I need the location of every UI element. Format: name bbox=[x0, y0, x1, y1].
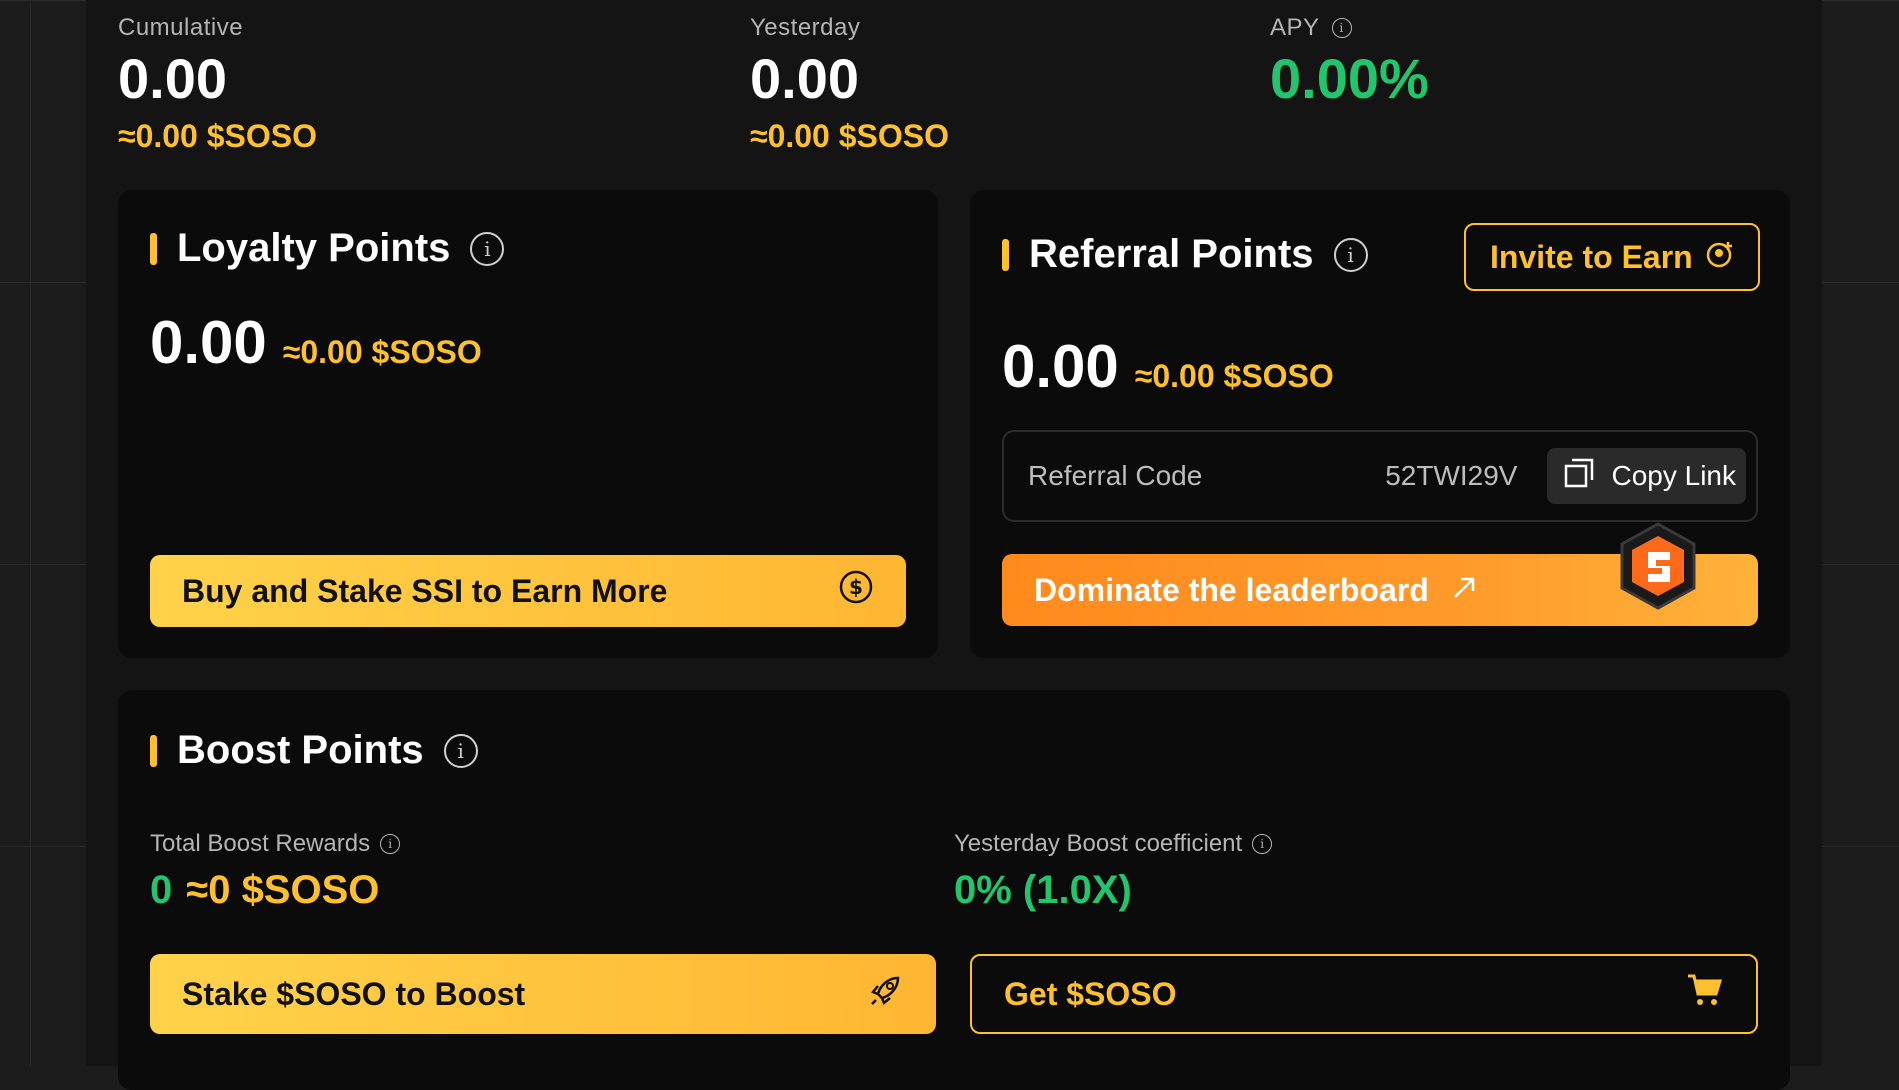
loyalty-title: Loyalty Points bbox=[177, 226, 450, 271]
referral-code-box: Referral Code 52TWI29V Copy Link bbox=[1002, 430, 1758, 522]
stat-yesterday-label: Yesterday bbox=[750, 14, 949, 42]
stat-cumulative-value: 0.00 bbox=[118, 48, 317, 110]
stake-soso-boost-label: Stake $SOSO to Boost bbox=[182, 976, 525, 1013]
boost-coef-value-row: 0% (1.0X) bbox=[954, 868, 1132, 913]
stat-yesterday: Yesterday 0.00 ≈0.00 $SOSO bbox=[750, 14, 949, 155]
referral-title-row: Referral Points i bbox=[1002, 232, 1368, 277]
stat-apy-value: 0.00% bbox=[1270, 48, 1429, 110]
arrow-up-right-icon bbox=[1451, 572, 1477, 609]
copy-link-button[interactable]: Copy Link bbox=[1547, 448, 1746, 504]
info-icon[interactable]: i bbox=[1334, 238, 1368, 272]
info-icon[interactable]: i bbox=[1252, 834, 1272, 854]
referral-title: Referral Points bbox=[1029, 232, 1314, 277]
soso-logo-icon bbox=[1618, 522, 1698, 620]
main-panel: Cumulative 0.00 ≈0.00 $SOSO Yesterday 0.… bbox=[86, 0, 1822, 1066]
stat-cumulative-soso: ≈0.00 $SOSO bbox=[118, 118, 317, 155]
rocket-icon bbox=[868, 972, 904, 1016]
total-boost-soso: ≈0 $SOSO bbox=[186, 868, 379, 913]
total-boost-label: Total Boost Rewards bbox=[150, 830, 370, 858]
title-accent-bar bbox=[1002, 239, 1009, 271]
buy-stake-ssi-button[interactable]: Buy and Stake SSI to Earn More $ bbox=[150, 555, 906, 627]
stat-apy-label: APY bbox=[1270, 14, 1320, 42]
stat-apy: APY i 0.00% bbox=[1270, 14, 1429, 110]
total-boost-label-row: Total Boost Rewards i bbox=[150, 830, 400, 858]
buy-stake-ssi-label: Buy and Stake SSI to Earn More bbox=[182, 573, 667, 610]
dominate-leaderboard-label: Dominate the leaderboard bbox=[1034, 572, 1429, 609]
coin-icon: $ bbox=[838, 569, 874, 613]
boost-title: Boost Points bbox=[177, 728, 424, 773]
referral-code-value: 52TWI29V bbox=[1385, 460, 1517, 492]
loyalty-amount-value: 0.00 bbox=[150, 308, 267, 377]
referral-amount: 0.00 ≈0.00 $SOSO bbox=[1002, 332, 1334, 401]
get-soso-label: Get $SOSO bbox=[1004, 976, 1177, 1013]
stat-cumulative: Cumulative 0.00 ≈0.00 $SOSO bbox=[118, 14, 317, 155]
info-icon[interactable]: i bbox=[1332, 18, 1352, 38]
title-accent-bar bbox=[150, 233, 157, 265]
loyalty-points-card: Loyalty Points i 0.00 ≈0.00 $SOSO Buy an… bbox=[118, 190, 938, 658]
copy-icon bbox=[1563, 457, 1595, 496]
info-icon[interactable]: i bbox=[444, 734, 478, 768]
referral-amount-soso: ≈0.00 $SOSO bbox=[1135, 358, 1334, 395]
loyalty-title-row: Loyalty Points i bbox=[150, 226, 504, 271]
total-boost-value: 0 bbox=[150, 868, 172, 913]
user-plus-icon bbox=[1706, 239, 1734, 276]
invite-to-earn-button[interactable]: Invite to Earn bbox=[1464, 223, 1760, 291]
cart-icon bbox=[1686, 972, 1724, 1016]
stat-apy-label-row: APY i bbox=[1270, 14, 1429, 42]
boost-coef-label: Yesterday Boost coefficient bbox=[954, 830, 1242, 858]
referral-points-card: Referral Points i Invite to Earn 0.00 ≈0… bbox=[970, 190, 1790, 658]
referral-amount-value: 0.00 bbox=[1002, 332, 1119, 401]
dominate-leaderboard-button[interactable]: Dominate the leaderboard bbox=[1002, 554, 1758, 626]
boost-title-row: Boost Points i bbox=[150, 728, 478, 773]
loyalty-amount-soso: ≈0.00 $SOSO bbox=[283, 334, 482, 371]
stat-cumulative-label: Cumulative bbox=[118, 14, 317, 42]
total-boost-value-row: 0 ≈0 $SOSO bbox=[150, 868, 379, 913]
stat-yesterday-soso: ≈0.00 $SOSO bbox=[750, 118, 949, 155]
get-soso-button[interactable]: Get $SOSO bbox=[970, 954, 1758, 1034]
info-icon[interactable]: i bbox=[470, 232, 504, 266]
boost-coef-value: 0% (1.0X) bbox=[954, 868, 1132, 913]
copy-link-label: Copy Link bbox=[1611, 460, 1736, 492]
title-accent-bar bbox=[150, 735, 157, 767]
stat-yesterday-value: 0.00 bbox=[750, 48, 949, 110]
referral-code-label: Referral Code bbox=[1028, 460, 1385, 492]
loyalty-amount: 0.00 ≈0.00 $SOSO bbox=[150, 308, 482, 377]
boost-points-card: Boost Points i Total Boost Rewards i 0 ≈… bbox=[118, 690, 1790, 1090]
stake-soso-boost-button[interactable]: Stake $SOSO to Boost bbox=[150, 954, 936, 1034]
boost-coef-label-row: Yesterday Boost coefficient i bbox=[954, 830, 1272, 858]
svg-text:$: $ bbox=[849, 575, 863, 599]
invite-to-earn-label: Invite to Earn bbox=[1490, 239, 1693, 276]
info-icon[interactable]: i bbox=[380, 834, 400, 854]
